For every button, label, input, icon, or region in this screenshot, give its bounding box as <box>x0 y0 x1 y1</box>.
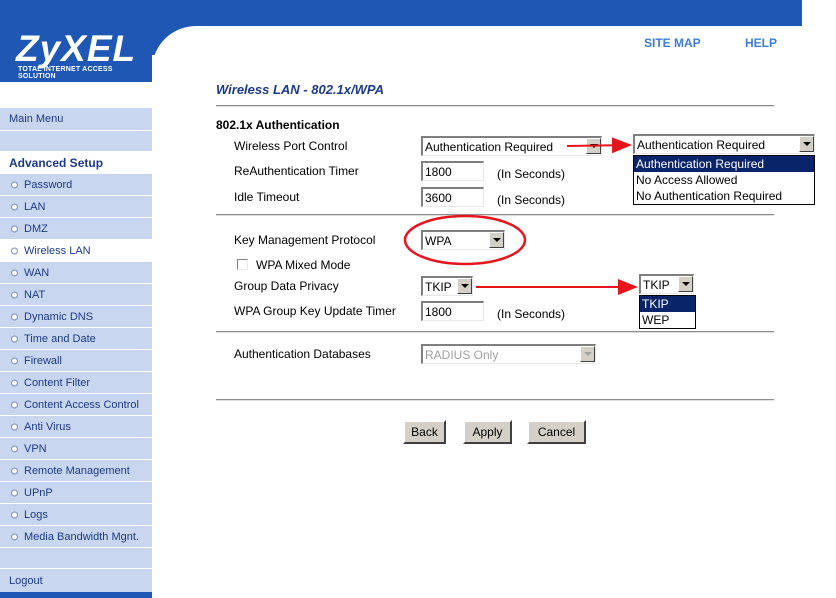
annotation-layer <box>403 137 638 295</box>
callout-arrow <box>566 137 632 154</box>
highlight-ellipse <box>403 214 527 266</box>
